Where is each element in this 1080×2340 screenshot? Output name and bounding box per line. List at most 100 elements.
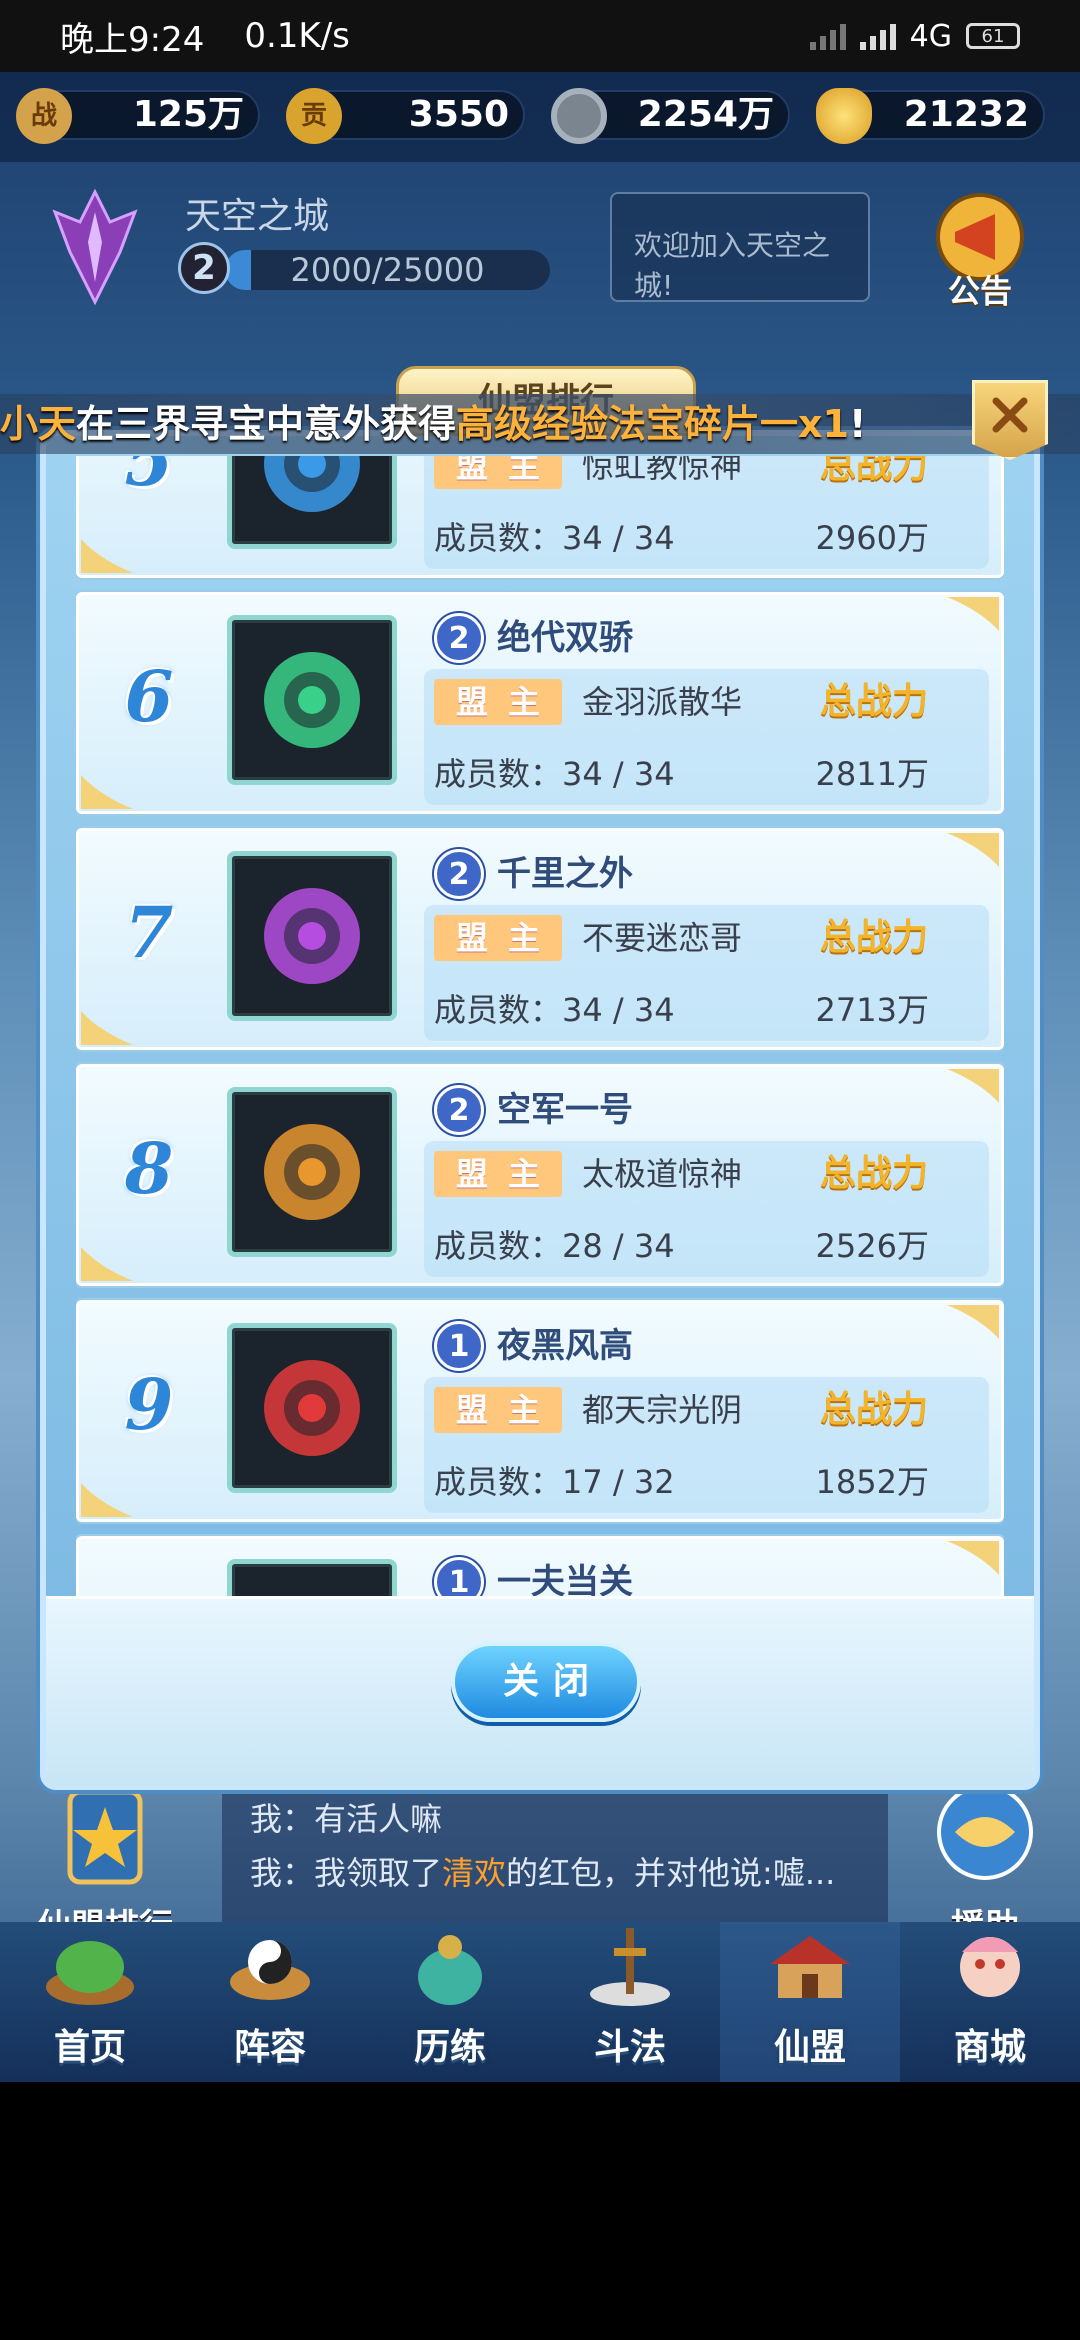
guild-level-badge: 2 bbox=[434, 1085, 484, 1135]
nav-shop[interactable]: 商城 bbox=[900, 1922, 1080, 2082]
guild-name: 夜黑风高 bbox=[497, 1326, 633, 1366]
guild-welcome-board[interactable]: 欢迎加入天空之城! bbox=[610, 192, 870, 302]
guild-level-badge: 2 bbox=[178, 242, 230, 294]
total-power-label: 总战力 bbox=[819, 1389, 928, 1430]
copper-coin-icon bbox=[551, 88, 607, 144]
resource-gold: 21232 bbox=[816, 88, 1045, 144]
member-count: 成员数：34 / 34 bbox=[434, 519, 675, 557]
total-power-value: 2526万 bbox=[815, 1227, 929, 1265]
leader-name: 太极道惊神 bbox=[582, 1155, 743, 1193]
total-power-label: 总战力 bbox=[819, 1153, 928, 1194]
help-hands-icon bbox=[937, 1784, 1033, 1880]
leader-tag: 盟主 bbox=[434, 1387, 562, 1433]
guild-name: 天空之城 bbox=[185, 196, 330, 237]
corner-ornament-icon bbox=[81, 1247, 133, 1281]
guild-hall-icon bbox=[770, 1936, 850, 1998]
contribution-coin-icon: 贡 bbox=[286, 88, 342, 144]
network-type: 4G bbox=[909, 18, 952, 54]
guild-name: 空军一号 bbox=[497, 1090, 633, 1130]
total-power-label: 总战力 bbox=[819, 681, 928, 722]
banner-end: ! bbox=[848, 402, 867, 446]
member-count: 成员数：34 / 34 bbox=[434, 755, 675, 793]
total-power-value: 2960万 bbox=[815, 519, 929, 557]
battery-level: 61 bbox=[981, 25, 1005, 47]
resource-battle-power: 战 125万 bbox=[16, 88, 260, 144]
gold-ingot-icon bbox=[816, 88, 872, 144]
corner-ornament-icon bbox=[81, 539, 133, 573]
battle-power-icon: 战 bbox=[16, 88, 72, 144]
guild-emblem bbox=[227, 456, 397, 549]
dialog-close-x-button[interactable] bbox=[972, 380, 1048, 460]
guild-name: 一夫当关 bbox=[497, 1562, 633, 1596]
ranking-list[interactable]: 5 盟主 惊虹教惊神 总战力 成员数：34 / 34 2960万 6 2 绝代双… bbox=[76, 456, 1004, 1596]
guild-level-badge: 1 bbox=[434, 1557, 484, 1596]
rank-number: 9 bbox=[124, 1363, 174, 1446]
rank-number: 6 bbox=[124, 655, 174, 738]
chat-line-1: 我：有活人嘛 bbox=[250, 1800, 443, 1838]
total-power-value: 2811万 bbox=[815, 755, 929, 793]
home-island-icon bbox=[46, 1941, 134, 2005]
battery-icon: 61 bbox=[966, 23, 1020, 49]
close-button[interactable]: 关闭 bbox=[451, 1642, 641, 1722]
status-bar: 晚上9:24 0.1K/s 4G 61 bbox=[0, 0, 1080, 72]
corner-ornament-icon bbox=[81, 1011, 133, 1045]
shop-icon bbox=[960, 1937, 1020, 1997]
nav-home[interactable]: 首页 bbox=[0, 1922, 180, 2082]
leader-tag: 盟主 bbox=[434, 456, 562, 489]
cell-signal-icon bbox=[859, 22, 896, 50]
guild-emblem-icon bbox=[264, 888, 360, 984]
nav-training[interactable]: 历练 bbox=[360, 1922, 540, 2082]
guild-emblem-icon bbox=[232, 1564, 392, 1596]
resource-contribution: 贡 3550 bbox=[286, 88, 525, 144]
banner-player: 小天 bbox=[0, 402, 77, 446]
guild-rank-row[interactable]: 6 2 绝代双骄 盟主 金羽派散华 总战力 成员数：34 / 34 2811万 bbox=[76, 592, 1004, 814]
nav-formation[interactable]: 阵容 bbox=[180, 1922, 360, 2082]
net-speed: 0.1K/s bbox=[244, 16, 350, 56]
leader-name: 惊虹教惊神 bbox=[582, 456, 743, 485]
guild-emblem bbox=[227, 1087, 397, 1257]
guild-rank-row[interactable]: 1 一夫当关 盟主 总战力 成员数： bbox=[76, 1536, 1004, 1596]
guild-emblem bbox=[227, 1559, 397, 1596]
corner-ornament-icon bbox=[947, 1541, 999, 1575]
wifi-signal-icon bbox=[809, 22, 846, 50]
nav-guild[interactable]: 仙盟 bbox=[720, 1922, 900, 2082]
corner-ornament-icon bbox=[81, 775, 133, 809]
guild-name: 千里之外 bbox=[497, 854, 633, 894]
status-time: 晚上9:24 bbox=[60, 19, 205, 60]
guild-info-panel: 盟主 惊虹教惊神 总战力 成员数：34 / 34 2960万 bbox=[424, 456, 989, 569]
guild-emblem-icon bbox=[264, 1360, 360, 1456]
guild-emblem-icon bbox=[264, 1124, 360, 1220]
leader-tag: 盟主 bbox=[434, 679, 562, 725]
guild-rank-row[interactable]: 8 2 空军一号 盟主 太极道惊神 总战力 成员数：28 / 34 2526万 bbox=[76, 1064, 1004, 1286]
nav-duel[interactable]: 斗法 bbox=[540, 1922, 720, 2082]
notice-label: 公告 bbox=[947, 272, 1012, 310]
guild-level-badge: 2 bbox=[434, 849, 484, 899]
training-icon bbox=[418, 1935, 482, 2005]
total-power-value: 1852万 bbox=[815, 1463, 929, 1501]
guild-info-panel: 盟主 不要迷恋哥 总战力 成员数：34 / 34 2713万 bbox=[424, 905, 989, 1041]
rank-number: 7 bbox=[124, 891, 174, 974]
leader-tag: 盟主 bbox=[434, 915, 562, 961]
guild-info-panel: 盟主 太极道惊神 总战力 成员数：28 / 34 2526万 bbox=[424, 1141, 989, 1277]
guild-level-badge: 2 bbox=[434, 613, 484, 663]
leader-name: 金羽派散华 bbox=[582, 683, 743, 721]
guild-emblem-icon bbox=[52, 188, 138, 306]
formation-icon bbox=[230, 1940, 310, 2000]
guild-emblem-icon bbox=[264, 652, 360, 748]
star-badge-icon bbox=[67, 1789, 143, 1885]
guild-xp-text: 2000/25000 bbox=[290, 251, 485, 289]
guild-level-badge: 1 bbox=[434, 1321, 484, 1371]
resource-bar: 战 125万 贡 3550 2254万 21232 bbox=[0, 72, 1080, 162]
guild-rank-row[interactable]: 9 1 夜黑风高 盟主 都天宗光阴 总战力 成员数：17 / 32 1852万 bbox=[76, 1300, 1004, 1522]
guild-emblem bbox=[227, 1323, 397, 1493]
corner-ornament-icon bbox=[947, 833, 999, 867]
member-count: 成员数：28 / 34 bbox=[434, 1227, 675, 1265]
member-count: 成员数：17 / 32 bbox=[434, 1463, 675, 1501]
resource-copper: 2254万 bbox=[551, 88, 790, 144]
guild-ranking-dialog: 仙盟排行 5 盟主 惊虹教惊神 总战力 成员数：34 / 34 2960万 bbox=[40, 366, 1040, 1790]
guild-rank-row[interactable]: 7 2 千里之外 盟主 不要迷恋哥 总战力 成员数：34 / 34 2713万 bbox=[76, 828, 1004, 1050]
guild-name: 绝代双骄 bbox=[497, 618, 633, 658]
total-power-value: 2713万 bbox=[815, 991, 929, 1029]
notice-button[interactable]: 公告 bbox=[925, 192, 1035, 312]
guild-rank-row[interactable]: 5 盟主 惊虹教惊神 总战力 成员数：34 / 34 2960万 bbox=[76, 456, 1004, 578]
